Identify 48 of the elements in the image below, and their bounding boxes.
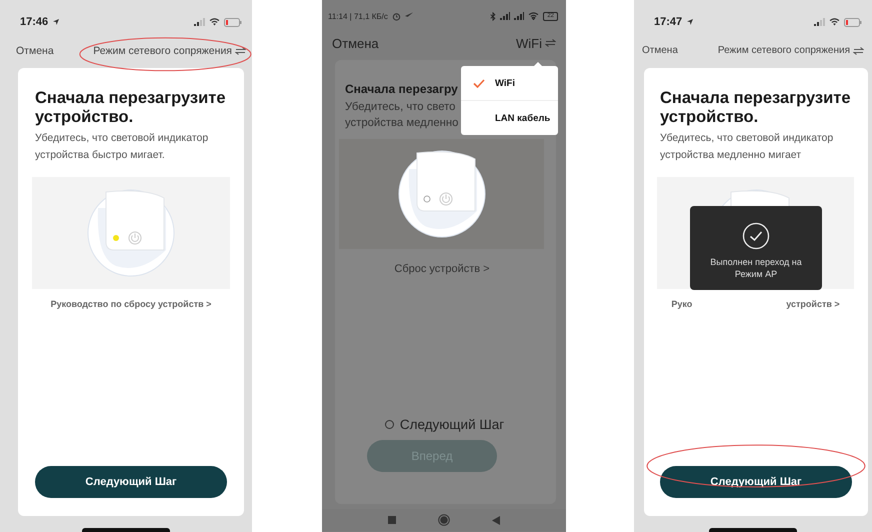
card-text: Убедитесь, что световой индикатор устройства быстро мигает.: [35, 130, 210, 162]
cancel-button[interactable]: Отмена: [642, 45, 678, 56]
toast-message: Выполнен переход на Режим AP: [709, 256, 803, 280]
home-indicator[interactable]: [709, 528, 797, 532]
reset-guide-link[interactable]: Руководство по сбросу устройств >: [32, 298, 230, 308]
swap-icon: [545, 39, 556, 47]
status-time: 11:14 | 71,1 КБ/с: [328, 12, 388, 20]
swap-icon: [853, 46, 864, 55]
card-text: Убедитесь, что световой индикатор устройства медленно мигает: [660, 130, 834, 162]
card-text: устройства медленно: [345, 116, 458, 131]
bluetooth-icon: [490, 12, 496, 20]
status-time: 17:46: [20, 16, 48, 28]
card-title: Сначала перезагрузите устройство.: [660, 88, 852, 126]
card-title: Сначала перезагру: [345, 81, 458, 98]
check-icon: [473, 78, 485, 88]
location-icon: [686, 18, 694, 26]
signal-icon: [514, 12, 524, 20]
check-circle-icon: [742, 222, 770, 250]
back-icon[interactable]: [492, 516, 500, 524]
signal-icon: [814, 18, 825, 26]
wifi-icon: [528, 12, 540, 20]
card-title: Сначала перезагрузите устройство.: [35, 88, 226, 126]
send-icon: [404, 12, 414, 20]
cancel-button[interactable]: Отмена: [16, 44, 54, 57]
location-icon: [52, 18, 60, 26]
radio-button[interactable]: [384, 420, 394, 429]
signal-icon: [500, 12, 510, 20]
mode-switch[interactable]: Режим сетевого сопряжения: [718, 45, 864, 56]
menu-item[interactable]: LAN кабель: [461, 100, 558, 135]
alarm-icon: [392, 12, 401, 20]
reset-guide-link[interactable]: устройств >: [786, 298, 840, 308]
reset-guide-link[interactable]: Руко: [671, 298, 692, 308]
menu-item[interactable]: WiFi: [461, 66, 558, 100]
wifi-icon: [829, 18, 840, 26]
swap-icon: [235, 46, 246, 55]
next-button[interactable]: Следующий Шаг: [35, 466, 227, 498]
home-icon[interactable]: [438, 514, 450, 526]
card-text: Убедитесь, что свето: [345, 100, 456, 115]
mode-switch[interactable]: WiFi: [516, 36, 556, 50]
signal-icon: [194, 18, 205, 26]
next-button[interactable]: Следующий Шаг: [660, 466, 852, 498]
battery-icon: [224, 18, 242, 26]
cancel-button[interactable]: Отмена: [332, 36, 379, 50]
wifi-icon: [209, 18, 220, 26]
home-indicator[interactable]: [82, 528, 170, 532]
confirm-label[interactable]: Следующий Шаг: [400, 417, 504, 432]
battery-icon: [844, 18, 862, 26]
status-time: 17:47: [654, 16, 682, 28]
